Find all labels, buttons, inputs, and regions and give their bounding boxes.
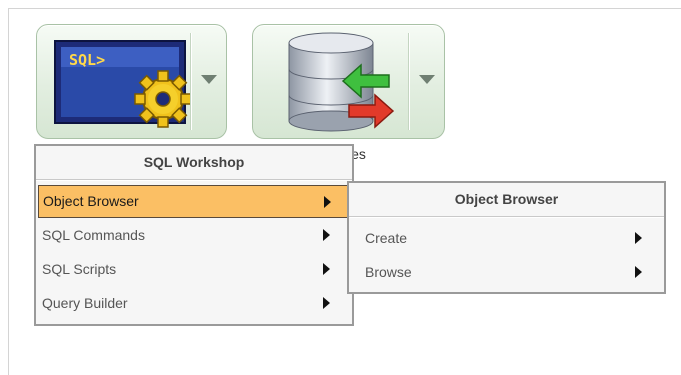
menu-item-query-builder[interactable]: Query Builder <box>38 286 350 320</box>
menu-item-label: Object Browser <box>43 193 139 209</box>
menu-item-label: SQL Commands <box>42 227 145 243</box>
submenu-title: Object Browser <box>349 183 664 217</box>
sql-prompt-text: SQL> <box>69 51 105 69</box>
menu-title: SQL Workshop <box>36 146 352 180</box>
chevron-right-icon <box>323 297 330 309</box>
utilities-tile[interactable] <box>252 24 445 139</box>
submenu-item-browse[interactable]: Browse <box>349 255 664 289</box>
sql-console-gear-icon: SQL> <box>54 40 192 128</box>
menu-item-label: SQL Scripts <box>42 261 117 277</box>
submenu-item-label: Browse <box>365 264 412 280</box>
chevron-right-icon <box>323 263 330 275</box>
sql-workshop-menu: SQL Workshop Object Browser SQL Commands… <box>34 144 354 326</box>
chevron-right-icon <box>635 232 642 244</box>
tile-divider <box>408 33 409 130</box>
chevron-right-icon <box>324 195 331 208</box>
menu-item-sql-commands[interactable]: SQL Commands <box>38 218 350 252</box>
chevron-right-icon <box>323 229 330 241</box>
chevron-right-icon <box>635 266 642 278</box>
tile-divider <box>190 33 191 130</box>
menu-item-label: Query Builder <box>42 295 128 311</box>
page-frame-left <box>8 8 9 375</box>
page-frame-top <box>8 8 681 9</box>
menu-item-object-browser[interactable]: Object Browser <box>38 185 350 218</box>
submenu-item-label: Create <box>365 230 408 246</box>
database-import-export-icon <box>288 32 395 132</box>
menu-item-sql-scripts[interactable]: SQL Scripts <box>38 252 350 286</box>
submenu-item-create[interactable]: Create <box>349 221 664 255</box>
sql-workshop-tile[interactable]: SQL> <box>36 24 227 139</box>
chevron-down-icon[interactable] <box>419 75 435 84</box>
chevron-down-icon[interactable] <box>201 75 217 84</box>
object-browser-submenu: Object Browser Create Browse <box>347 181 666 294</box>
